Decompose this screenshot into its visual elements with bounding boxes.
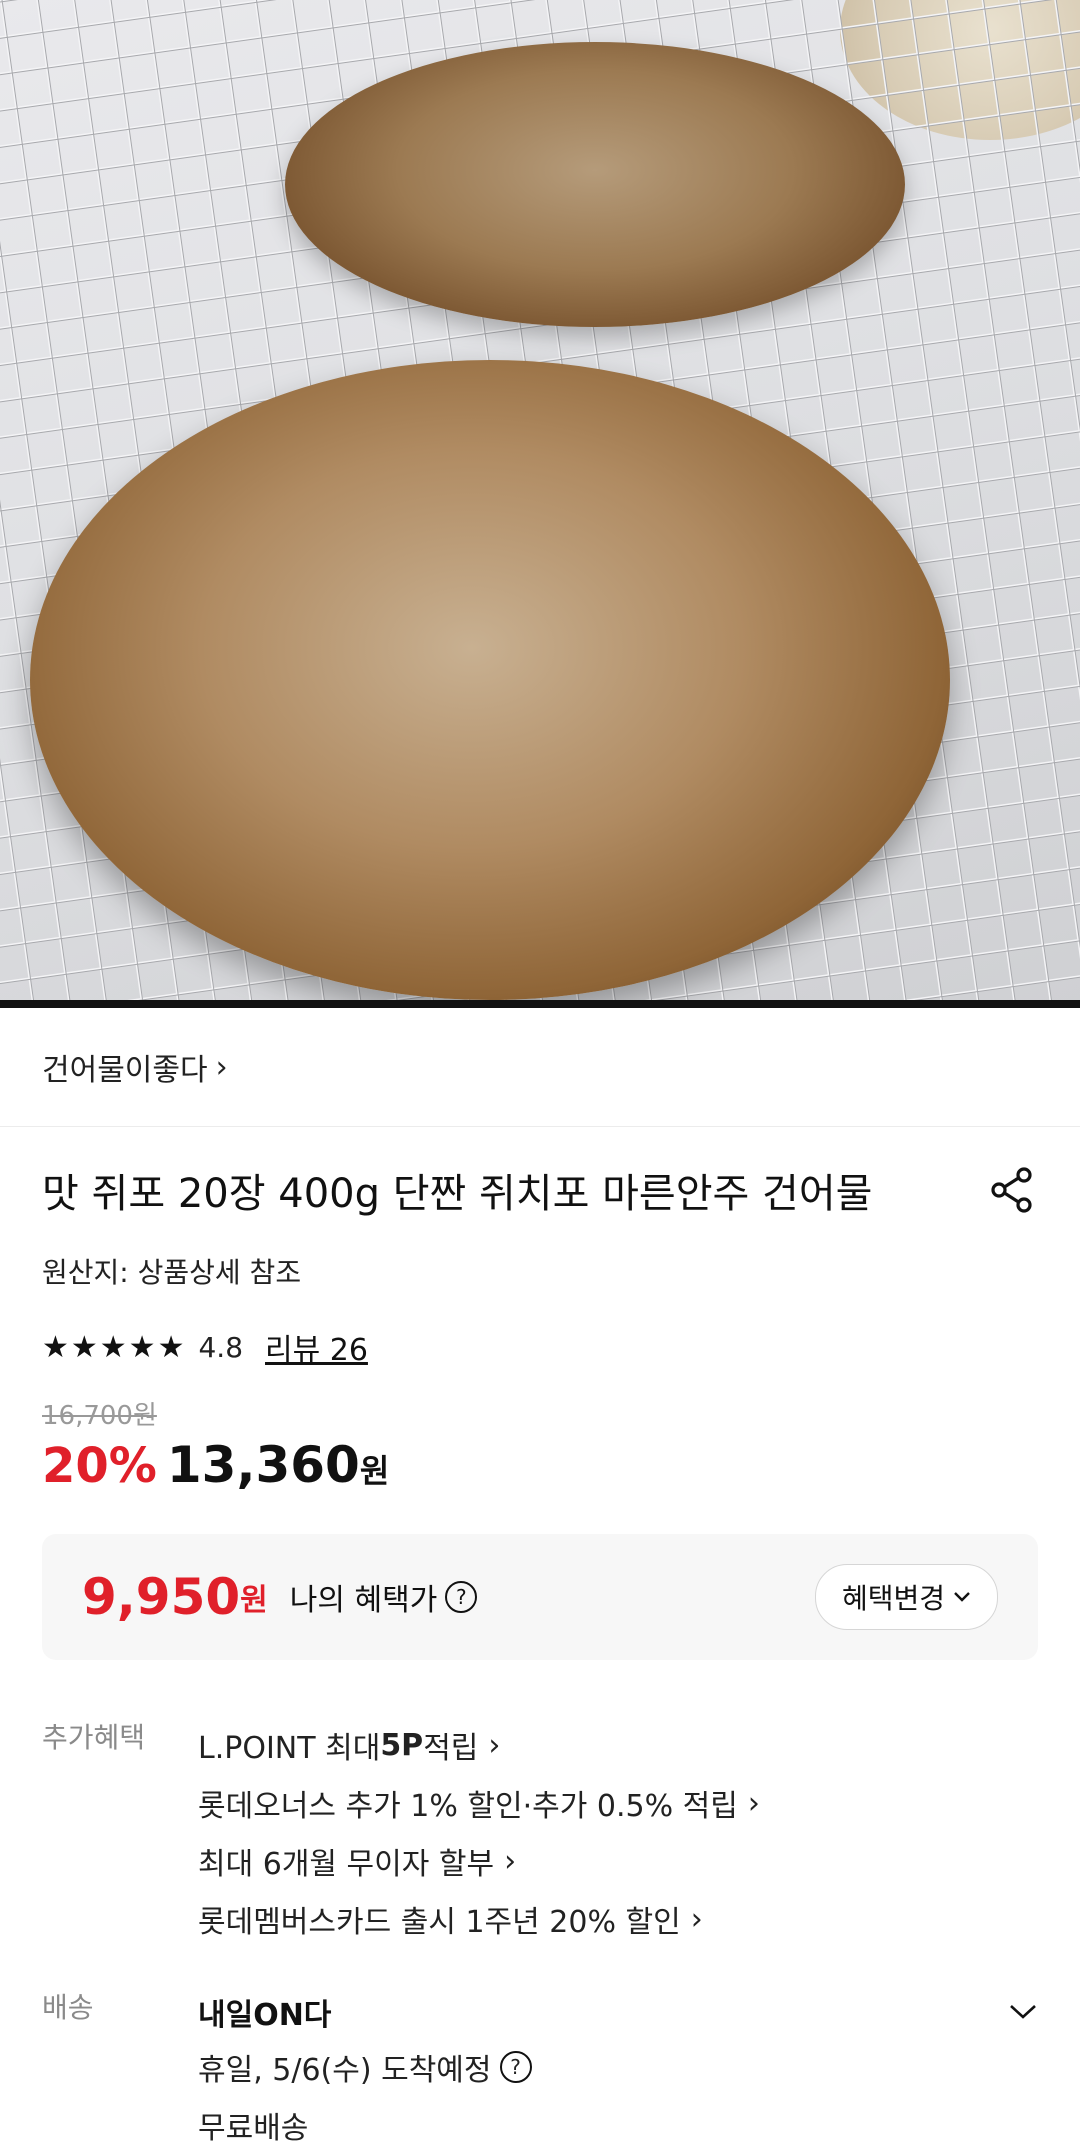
delivery-header[interactable]: 내일ON다 <box>198 1986 1038 2038</box>
delivery-type: 내일ON다 <box>198 1998 332 2033</box>
benefit-text: 롯데멤버스카드 출시 1주년 20% 할인 <box>198 1905 681 1940</box>
seller-name: 건어물이좋다 <box>42 1053 208 1088</box>
chevron-right-icon: › <box>690 1901 703 1937</box>
chevron-right-icon: › <box>215 1049 228 1085</box>
product-title: 맛 쥐포 20장 400g 단짠 쥐치포 마른안주 건어물 <box>42 1171 873 1217</box>
extra-benefits-label: 추가혜택 <box>42 1721 146 1754</box>
seller-link[interactable]: 건어물이좋다 › <box>0 1008 1080 1127</box>
arrival-text: 휴일, 5/6(수) 도착예정 <box>198 2053 492 2088</box>
benefit-bold: 5P <box>380 1727 424 1763</box>
my-benefit-box: 9,950 원 나의 혜택가 ? 혜택변경 <box>42 1534 1038 1660</box>
chevron-down-icon[interactable] <box>1008 2002 1038 2022</box>
benefit-item-members-card[interactable]: 롯데멤버스카드 출시 1주년 20% 할인 › <box>198 1890 1038 1948</box>
sale-price: 13,360 <box>166 1436 360 1494</box>
product-image[interactable] <box>0 0 1080 1008</box>
change-benefit-label: 혜택변경 <box>841 1582 945 1615</box>
benefit-after: 적립 <box>423 1731 479 1766</box>
benefit-item-lotte-owners[interactable]: 롯데오너스 추가 1% 할인·추가 0.5% 적립 › <box>198 1774 1038 1832</box>
delivery-label: 배송 <box>42 1991 94 2024</box>
change-benefit-button[interactable]: 혜택변경 <box>814 1564 998 1630</box>
share-icon[interactable] <box>986 1164 1038 1216</box>
image-progress-bar <box>0 1000 1080 1008</box>
delivery-section: 배송 내일ON다 휴일, 5/6(수) 도착예정 ? 무료배송 <box>0 1948 1080 2154</box>
price-row: 20% 13,360 원 <box>0 1432 1080 1494</box>
dried-fish-large <box>30 360 950 1000</box>
dried-fish-small <box>285 42 905 327</box>
my-benefit-currency: 원 <box>240 1583 268 1618</box>
discount-rate: 20% <box>42 1438 157 1494</box>
sale-currency: 원 <box>359 1452 390 1490</box>
original-price: 16,700원 <box>42 1401 157 1431</box>
help-circle-icon[interactable]: ? <box>499 2051 532 2083</box>
help-circle-icon[interactable]: ? <box>445 1581 478 1613</box>
benefit-item-lpoint[interactable]: L.POINT 최대 5P 적립 › <box>198 1716 1038 1774</box>
extra-benefits-section: 추가혜택 L.POINT 최대 5P 적립 › 롯데오너스 추가 1% 할인·추… <box>0 1660 1080 1948</box>
delivery-fee: 무료배송 <box>198 2111 309 2146</box>
origin-info: 원산지: 상품상세 참조 <box>42 1256 302 1289</box>
image-progress-fill <box>0 1000 1080 1008</box>
chevron-right-icon: › <box>504 1843 517 1879</box>
title-row: 맛 쥐포 20장 400g 단짠 쥐치포 마른안주 건어물 <box>0 1127 1080 1219</box>
chevron-down-icon <box>954 1592 970 1602</box>
rating-value: 4.8 <box>198 1330 244 1364</box>
benefit-item-installment[interactable]: 최대 6개월 무이자 할부 › <box>198 1832 1038 1890</box>
benefit-text: 롯데오너스 추가 1% 할인·추가 0.5% 적립 <box>198 1789 738 1824</box>
extra-benefits-list: L.POINT 최대 5P 적립 › 롯데오너스 추가 1% 할인·추가 0.5… <box>198 1716 1038 1948</box>
my-benefit-price: 9,950 <box>82 1568 241 1626</box>
delivery-arrival: 휴일, 5/6(수) 도착예정 ? <box>198 2038 1038 2096</box>
chevron-right-icon: › <box>488 1727 501 1763</box>
chevron-right-icon: › <box>747 1785 760 1821</box>
star-rating-icon: ★★★★★ <box>42 1329 187 1365</box>
delivery-body: 내일ON다 휴일, 5/6(수) 도착예정 ? 무료배송 <box>198 1986 1038 2154</box>
review-link[interactable]: 리뷰 26 <box>265 1325 368 1369</box>
my-benefit-label: 나의 혜택가 <box>289 1583 438 1618</box>
benefit-text: 최대 6개월 무이자 할부 <box>198 1847 495 1882</box>
rating-row: ★★★★★ 4.8 리뷰 26 <box>0 1291 1080 1369</box>
benefit-text: L.POINT 최대 <box>198 1731 381 1766</box>
